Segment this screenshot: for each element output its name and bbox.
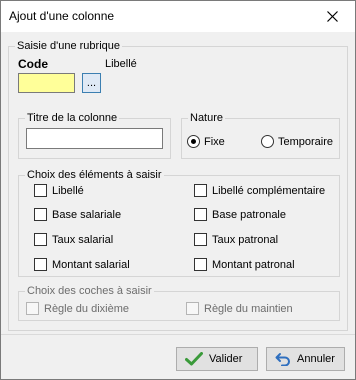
coches-legend: Choix des coches à saisir [25,285,154,298]
radio-temporaire[interactable]: Temporaire [261,135,333,148]
radio-fixe[interactable]: Fixe [187,135,225,148]
check-montant-salarial-box[interactable] [34,258,47,271]
check-taux-patronal-label: Taux patronal [212,233,279,246]
window-title: Ajout d'une colonne [9,9,115,23]
dialog-window: Ajout d'une colonne Saisie d'une rubriqu… [0,0,356,380]
check-montant-patronal-box[interactable] [194,258,207,271]
radio-temporaire-indicator[interactable] [261,135,274,148]
libelle-label: Libellé [105,58,137,70]
check-taux-salarial-label: Taux salarial [52,233,114,246]
check-base-patronale[interactable]: Base patronale [194,208,286,221]
check-taux-patronal[interactable]: Taux patronal [194,233,278,246]
radio-temporaire-label: Temporaire [278,135,334,148]
check-base-salariale-box[interactable] [34,208,47,221]
check-base-salariale-label: Base salariale [52,208,122,221]
check-regle-maintien-label: Règle du maintien [204,302,293,315]
code-label: Code [18,57,48,71]
check-regle-maintien-box [186,302,199,315]
check-regle-dixieme-box [26,302,39,315]
check-regle-maintien: Règle du maintien [186,302,293,315]
check-libelle-box[interactable] [34,184,47,197]
annuler-label: Annuler [297,353,335,365]
code-lookup-button[interactable]: ... [82,73,101,93]
button-bar: Valider Annuler [1,334,355,379]
radio-fixe-label: Fixe [204,135,225,148]
close-icon [326,11,338,22]
radio-fixe-indicator[interactable] [187,135,200,148]
valider-button[interactable]: Valider [176,347,258,371]
check-libelle-complementaire-label: Libellé complémentaire [212,184,326,197]
code-input[interactable] [18,73,75,93]
check-montant-salarial[interactable]: Montant salarial [34,258,130,271]
column-title-input[interactable] [26,128,163,149]
check-taux-salarial-box[interactable] [34,233,47,246]
check-base-salariale[interactable]: Base salariale [34,208,121,221]
rubrique-legend: Saisie d'une rubrique [15,40,123,53]
title-bar: Ajout d'une colonne [1,1,355,32]
check-base-patronale-box[interactable] [194,208,207,221]
check-libelle-complementaire[interactable]: Libellé complémentaire [194,184,325,197]
check-taux-patronal-box[interactable] [194,233,207,246]
check-montant-salarial-label: Montant salarial [52,258,130,271]
undo-arrow-icon [275,353,290,366]
annuler-button[interactable]: Annuler [266,347,345,371]
checkmark-icon [185,352,203,366]
check-montant-patronal-label: Montant patronal [212,258,295,271]
check-montant-patronal[interactable]: Montant patronal [194,258,295,271]
elements-legend: Choix des éléments à saisir [25,169,164,182]
check-libelle[interactable]: Libellé [34,184,84,197]
check-libelle-label: Libellé [52,184,84,197]
valider-label: Valider [209,353,243,365]
check-libelle-complementaire-box[interactable] [194,184,207,197]
check-regle-dixieme: Règle du dixième [26,302,129,315]
close-button[interactable] [309,1,355,32]
check-base-patronale-label: Base patronale [212,208,286,221]
nature-legend: Nature [188,112,226,125]
check-regle-dixieme-label: Règle du dixième [44,302,129,315]
check-taux-salarial[interactable]: Taux salarial [34,233,113,246]
titre-legend: Titre de la colonne [25,112,120,125]
